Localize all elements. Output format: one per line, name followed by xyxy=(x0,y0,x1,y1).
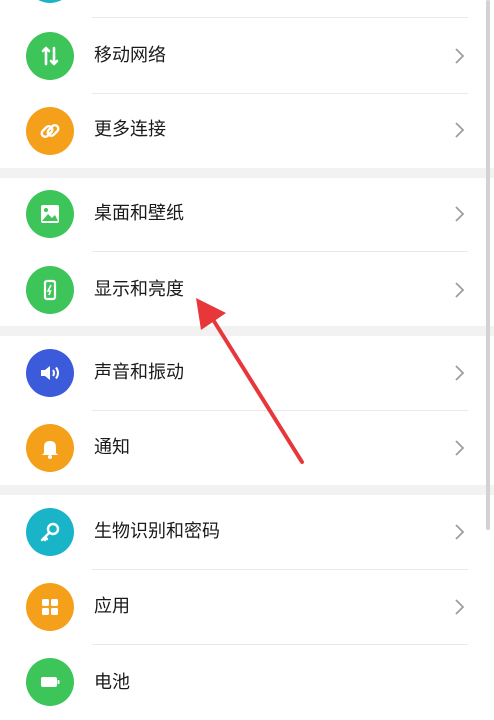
settings-item-label: 应用 xyxy=(94,596,130,617)
settings-list: 移动网络 更多连接 桌面和壁纸 显示和亮度 声音和振动 通知 生物识别和密码 应… xyxy=(0,0,494,720)
settings-item-label: 声音和振动 xyxy=(94,362,184,383)
settings-row-battery[interactable]: 电池 xyxy=(0,645,494,720)
sound-icon xyxy=(26,349,74,397)
chevron-right-icon xyxy=(452,281,466,299)
settings-item-label: 通知 xyxy=(94,437,130,458)
chevron-right-icon xyxy=(452,598,466,616)
apps-grid-icon xyxy=(26,583,74,631)
settings-row-more-connections[interactable]: 更多连接 xyxy=(0,94,494,169)
settings-item-label: 显示和亮度 xyxy=(94,279,184,300)
link-icon xyxy=(26,107,74,155)
chevron-right-icon xyxy=(452,205,466,223)
scrollbar[interactable] xyxy=(486,0,490,530)
chevron-right-icon xyxy=(452,523,466,541)
section-gap xyxy=(0,326,494,336)
settings-row-display-brightness[interactable]: 显示和亮度 xyxy=(0,252,494,327)
battery-icon xyxy=(26,658,74,706)
settings-row-partial[interactable] xyxy=(0,0,494,17)
settings-item-label: 电池 xyxy=(94,672,130,693)
bell-icon xyxy=(26,424,74,472)
display-brightness-icon xyxy=(26,266,74,314)
key-icon xyxy=(26,508,74,556)
partial-icon xyxy=(26,0,74,3)
chevron-right-icon xyxy=(452,47,466,65)
settings-row-sound-vibration[interactable]: 声音和振动 xyxy=(0,336,494,411)
chevron-right-icon xyxy=(452,364,466,382)
chevron-right-icon xyxy=(452,121,466,139)
settings-row-notifications[interactable]: 通知 xyxy=(0,411,494,486)
section-gap xyxy=(0,485,494,495)
settings-row-biometrics-password[interactable]: 生物识别和密码 xyxy=(0,495,494,570)
settings-row-mobile-network[interactable]: 移动网络 xyxy=(0,18,494,93)
settings-item-label: 更多连接 xyxy=(94,119,166,140)
settings-item-label: 移动网络 xyxy=(94,45,166,66)
settings-row-apps[interactable]: 应用 xyxy=(0,570,494,645)
settings-row-wallpaper[interactable]: 桌面和壁纸 xyxy=(0,178,494,253)
settings-item-label: 桌面和壁纸 xyxy=(94,203,184,224)
mobile-network-icon xyxy=(26,32,74,80)
section-gap xyxy=(0,168,494,178)
chevron-right-icon xyxy=(452,439,466,457)
settings-item-label: 生物识别和密码 xyxy=(94,521,220,542)
wallpaper-icon xyxy=(26,190,74,238)
